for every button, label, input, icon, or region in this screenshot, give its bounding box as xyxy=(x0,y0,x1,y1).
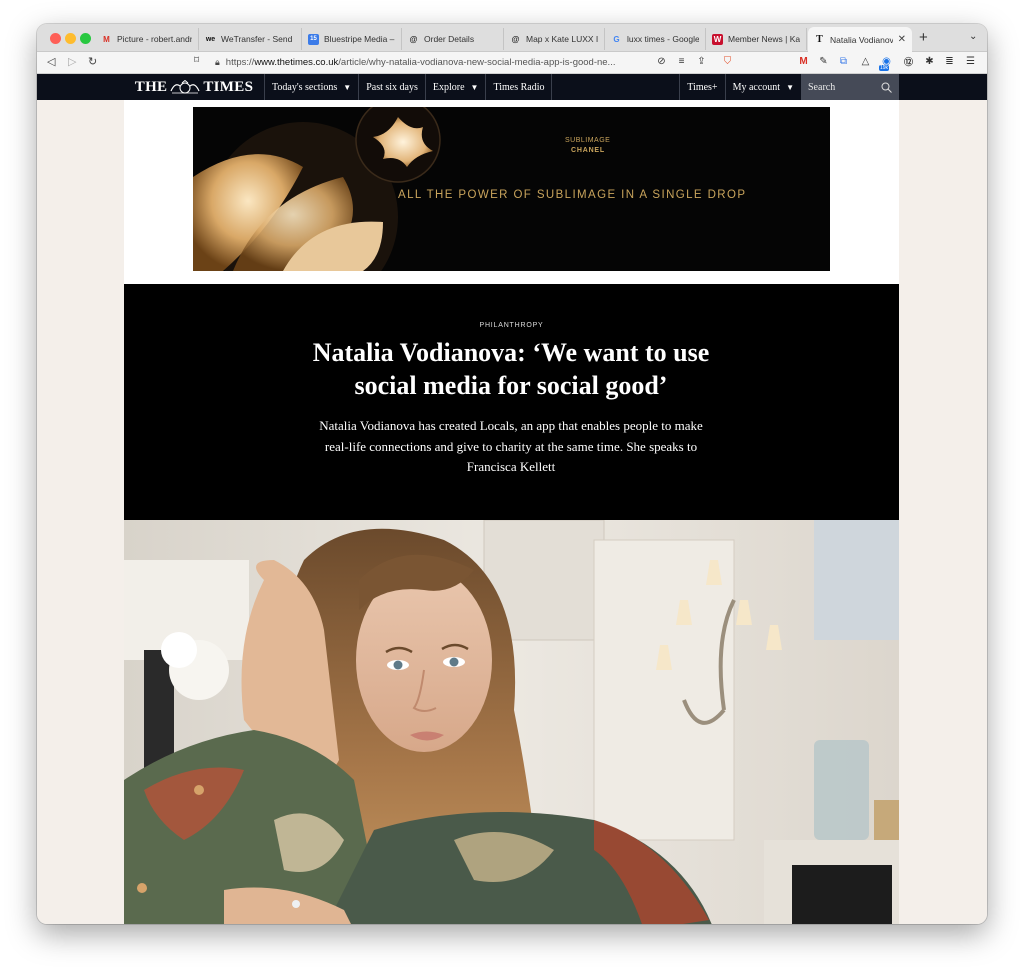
at-icon: @ xyxy=(511,34,520,44)
reader-mode-icon[interactable]: ≡ xyxy=(675,55,688,68)
times-logo[interactable]: THE TIMES xyxy=(124,79,264,96)
article-column: SUBLIMAGE CHANEL ALL THE POWER OF SUBLIM… xyxy=(124,100,899,924)
forward-icon[interactable]: ▷ xyxy=(68,55,76,68)
tab-5[interactable]: @ Map x Kate LUXX Inte xyxy=(504,28,605,50)
tab-title: Natalia Vodianova xyxy=(830,34,893,45)
royal-crest-icon xyxy=(170,80,200,94)
nav-label: My account xyxy=(732,81,781,93)
nav-label: Today's sections xyxy=(272,81,338,93)
reload-icon[interactable]: ↻ xyxy=(88,55,97,68)
nav-todays-sections[interactable]: Today's sections ▼ xyxy=(264,74,358,100)
tab-6[interactable]: G luxx times - Google S xyxy=(605,28,706,50)
playlist-icon[interactable]: ≣ xyxy=(943,55,956,68)
share-icon[interactable]: ⇪ xyxy=(695,55,708,68)
tab-7[interactable]: W Member News | Kate xyxy=(706,28,807,50)
nav-times-radio[interactable]: Times Radio xyxy=(485,74,553,100)
chanel-advert[interactable]: SUBLIMAGE CHANEL ALL THE POWER OF SUBLIM… xyxy=(193,107,830,271)
ad-brand-name: CHANEL xyxy=(571,147,605,154)
minimize-window-button[interactable] xyxy=(65,33,76,44)
search-box[interactable]: Search xyxy=(801,74,899,100)
ad-slot: SUBLIMAGE CHANEL ALL THE POWER OF SUBLIM… xyxy=(124,100,899,284)
logo-text-right: TIMES xyxy=(203,78,254,95)
bookmark-icon[interactable]: ⌑ xyxy=(194,55,199,66)
tab-title: Member News | Kate xyxy=(728,34,800,44)
article-standfirst: Natalia Vodianova has created Locals, an… xyxy=(319,418,703,474)
gmail-icon: M xyxy=(103,34,110,44)
calendar-icon: 15 xyxy=(308,33,319,45)
tab-title: Bluestripe Media – C xyxy=(324,34,395,44)
tab-1[interactable]: M Picture - robert.andr xyxy=(95,28,199,50)
browser-toolbar: ◁ ▷ ↻ ⌑ 🔒︎ https://www.thetimes.co.uk/ar… xyxy=(37,52,987,74)
back-icon[interactable]: ◁ xyxy=(47,55,55,68)
edit-extension-icon[interactable]: ✎ xyxy=(817,55,830,68)
menu-icon[interactable]: ☰ xyxy=(964,55,977,68)
url-prefix: https:// xyxy=(225,57,255,68)
web-page: THE TIMES Today's sections ▼ Past six day… xyxy=(37,74,987,924)
tab-title: Picture - robert.andr xyxy=(117,34,192,44)
nav-explore[interactable]: Explore ▼ xyxy=(424,74,486,100)
tab-3[interactable]: 15 Bluestripe Media – C xyxy=(302,28,402,50)
tab-bar: M Picture - robert.andr we WeTransfer - … xyxy=(37,24,987,52)
portrait-photo xyxy=(124,520,899,924)
nav-label: Explore xyxy=(432,81,465,93)
gmail-extension-icon[interactable]: M xyxy=(797,55,810,68)
translate-extension-icon[interactable]: ⧉ xyxy=(837,55,850,68)
url-host: www.thetimes.co.uk xyxy=(254,57,339,68)
tab-title: WeTransfer - Send La xyxy=(221,34,295,44)
chevron-down-icon: ▼ xyxy=(343,82,352,92)
tab-title: Map x Kate LUXX Inte xyxy=(526,34,598,44)
nav-label: Times+ xyxy=(687,81,718,93)
nav-label: Times Radio xyxy=(493,81,545,93)
extensions-puzzle-icon[interactable]: ✱ xyxy=(923,55,936,68)
tab-8-active[interactable]: T Natalia Vodianova ✕ xyxy=(808,27,912,52)
tab-title: Order Details xyxy=(424,34,475,44)
new-tab-button[interactable]: + xyxy=(919,29,928,46)
tab-2[interactable]: we WeTransfer - Send La xyxy=(199,28,302,50)
ad-product-name: SUBLIMAGE xyxy=(565,137,611,144)
at-icon: @ xyxy=(409,34,418,44)
one-password-icon[interactable]: ⑫ xyxy=(902,55,915,68)
nav-times-plus[interactable]: Times+ xyxy=(679,74,724,100)
ad-tagline: ALL THE POWER OF SUBLIMAGE IN A SINGLE D… xyxy=(398,189,747,201)
chevron-down-icon: ▼ xyxy=(786,82,794,92)
extension-badge: 19k xyxy=(879,65,890,71)
times-t-icon: T xyxy=(816,34,823,45)
lock-icon: 🔒︎ xyxy=(215,57,220,67)
zoom-window-button[interactable] xyxy=(80,33,91,44)
brave-shield-icon[interactable]: ⛉ xyxy=(721,55,734,68)
search-icon[interactable] xyxy=(881,82,892,93)
nav-past-six-days[interactable]: Past six days xyxy=(358,74,425,100)
nav-my-account[interactable]: My account ▼ xyxy=(724,74,801,100)
no-tracking-icon[interactable]: ⊘ xyxy=(655,55,668,68)
nav-label: Past six days xyxy=(366,81,418,93)
search-placeholder: Search xyxy=(808,81,836,93)
article-headline: Natalia Vodianova: ‘We want to use socia… xyxy=(312,338,710,400)
chevron-down-icon: ▼ xyxy=(470,82,479,92)
tab-title: luxx times - Google S xyxy=(627,34,699,44)
close-window-button[interactable] xyxy=(50,33,61,44)
article-lead-photo xyxy=(124,520,899,924)
w-icon: W xyxy=(712,33,723,45)
article-header: PHILANTHROPY Natalia Vodianova: ‘We want… xyxy=(124,284,899,520)
site-nav: THE TIMES Today's sections ▼ Past six day… xyxy=(37,74,987,100)
google-icon: G xyxy=(613,34,620,44)
drive-extension-icon[interactable]: △ xyxy=(859,55,872,68)
address-bar[interactable]: 🔒︎ https://www.thetimes.co.uk/article/wh… xyxy=(215,54,715,71)
tab-list-chevron-icon[interactable]: ⌄ xyxy=(969,31,977,42)
url-path: /article/why-natalia-vodianova-new-socia… xyxy=(338,57,616,68)
browser-window: M Picture - robert.andr we WeTransfer - … xyxy=(37,24,987,924)
article-kicker[interactable]: PHILANTHROPY xyxy=(124,322,899,329)
logo-text-left: THE xyxy=(134,78,168,95)
close-tab-icon[interactable]: ✕ xyxy=(898,34,906,45)
wetransfer-icon: we xyxy=(205,35,216,43)
tab-4[interactable]: @ Order Details xyxy=(402,28,504,50)
